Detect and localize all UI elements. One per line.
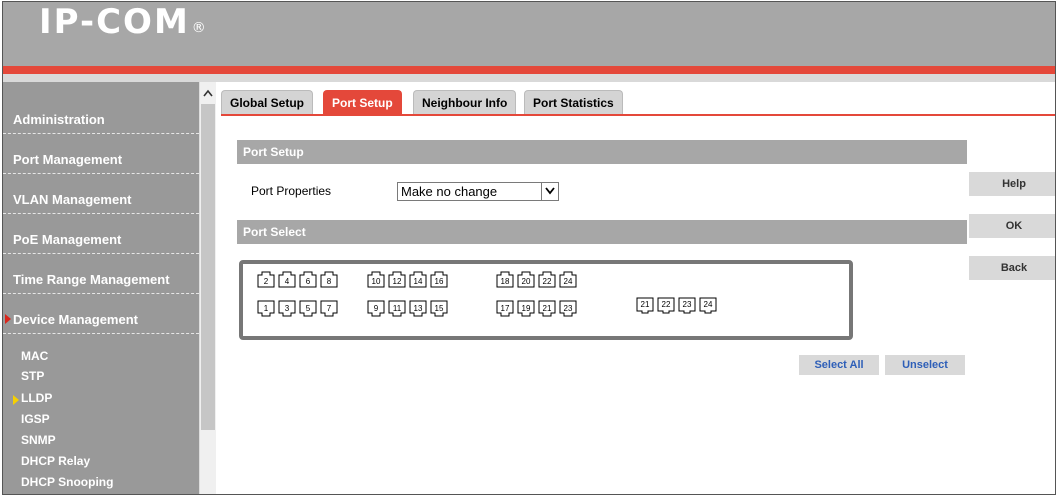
port-top-12[interactable]: 12: [388, 271, 406, 288]
sidebar-subitem-dhcp-snooping[interactable]: DHCP Snooping: [21, 474, 113, 490]
sfp-port-24[interactable]: 24: [699, 297, 717, 314]
port-top-22[interactable]: 22: [538, 271, 556, 288]
sidebar-subitem-lldp[interactable]: LLDP: [21, 390, 52, 406]
ok-button[interactable]: OK: [969, 214, 1055, 238]
port-top-14[interactable]: 14: [409, 271, 427, 288]
select-all-button[interactable]: Select All: [799, 355, 879, 375]
expanded-arrow-icon: [5, 314, 11, 324]
sidebar-item-poe-management[interactable]: PoE Management: [3, 214, 199, 254]
sidebar: Administration Port Management VLAN Mana…: [3, 82, 199, 494]
port-bottom-15[interactable]: 15: [430, 300, 448, 317]
port-top-2[interactable]: 2: [257, 271, 275, 288]
sidebar-subitem-snmp[interactable]: SNMP: [21, 432, 56, 448]
port-top-20[interactable]: 20: [517, 271, 535, 288]
port-properties-select[interactable]: Make no change: [397, 182, 559, 201]
port-bottom-11[interactable]: 11: [388, 300, 406, 317]
header-accent-bar: [3, 66, 1055, 74]
port-bottom-19[interactable]: 19: [517, 300, 535, 317]
scroll-thumb[interactable]: [201, 104, 215, 430]
scroll-up-icon[interactable]: [200, 82, 216, 104]
port-bottom-17[interactable]: 17: [496, 300, 514, 317]
help-button[interactable]: Help: [969, 172, 1055, 196]
port-select-header: Port Select: [237, 220, 967, 244]
port-top-24[interactable]: 24: [559, 271, 577, 288]
sidebar-item-time-range-management[interactable]: Time Range Management: [3, 254, 199, 294]
back-button[interactable]: Back: [969, 256, 1055, 280]
tab-port-statistics[interactable]: Port Statistics: [524, 90, 623, 114]
sidebar-item-port-management[interactable]: Port Management: [3, 134, 199, 174]
port-setup-header: Port Setup: [237, 140, 967, 164]
port-top-4[interactable]: 4: [278, 271, 296, 288]
brand-logo: IP-COM ®: [39, 2, 208, 42]
app-window: IP-COM ® Administration Port Management V…: [2, 1, 1056, 495]
tab-global-setup[interactable]: Global Setup: [221, 90, 314, 114]
port-bottom-1[interactable]: 1: [257, 300, 275, 317]
sidebar-subitem-dhcp-relay[interactable]: DHCP Relay: [21, 453, 90, 469]
tab-neighbour-info[interactable]: Neighbour Info: [413, 90, 517, 114]
header-divider: [3, 74, 1055, 82]
port-top-16[interactable]: 16: [430, 271, 448, 288]
unselect-button[interactable]: Unselect: [885, 355, 965, 375]
sidebar-subitem-mac[interactable]: MAC: [21, 348, 48, 364]
port-bottom-9[interactable]: 9: [367, 300, 385, 317]
port-top-8[interactable]: 8: [320, 271, 338, 288]
tab-port-setup[interactable]: Port Setup: [323, 90, 402, 114]
port-properties-value: Make no change: [401, 184, 498, 199]
tab-underline: [221, 114, 1055, 116]
active-arrow-icon: [13, 395, 19, 405]
sidebar-subitem-igsp[interactable]: IGSP: [21, 411, 50, 427]
port-top-10[interactable]: 10: [367, 271, 385, 288]
port-bottom-3[interactable]: 3: [278, 300, 296, 317]
sidebar-item-administration[interactable]: Administration: [3, 94, 199, 134]
port-properties-label: Port Properties: [251, 184, 332, 198]
port-bottom-13[interactable]: 13: [409, 300, 427, 317]
port-panel: 2 4 6 8 10 12 14 16 18 20 22 24 1 3 5 7 …: [239, 260, 853, 340]
sfp-port-21[interactable]: 21: [636, 297, 654, 314]
sidebar-item-vlan-management[interactable]: VLAN Management: [3, 174, 199, 214]
port-top-6[interactable]: 6: [299, 271, 317, 288]
header: IP-COM ®: [3, 2, 1055, 66]
sfp-port-22[interactable]: 22: [657, 297, 675, 314]
chevron-down-icon[interactable]: [541, 183, 558, 200]
port-bottom-5[interactable]: 5: [299, 300, 317, 317]
sidebar-subitem-stp[interactable]: STP: [21, 368, 44, 384]
port-bottom-21[interactable]: 21: [538, 300, 556, 317]
sfp-port-23[interactable]: 23: [678, 297, 696, 314]
sidebar-item-device-management[interactable]: Device Management: [3, 294, 199, 334]
sidebar-scrollbar[interactable]: [199, 82, 216, 494]
port-bottom-23[interactable]: 23: [559, 300, 577, 317]
port-top-18[interactable]: 18: [496, 271, 514, 288]
port-bottom-7[interactable]: 7: [320, 300, 338, 317]
